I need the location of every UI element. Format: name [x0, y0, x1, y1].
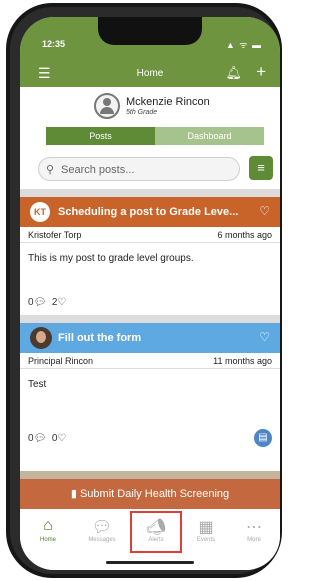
post-author: Principal Rincon: [28, 356, 94, 366]
tab-more-label: More: [247, 537, 261, 543]
comment-icon[interactable]: 💬︎: [34, 297, 47, 308]
health-screening-button[interactable]: ▮ Submit Daily Health Screening: [20, 479, 280, 509]
tab-messages-label: Messages: [88, 537, 116, 543]
tab-events[interactable]: ▦ Events: [180, 517, 232, 543]
post-time: 6 months ago: [217, 230, 272, 240]
post-card[interactable]: Fill out the form ♡ Principal Rincon 11 …: [20, 323, 280, 471]
tab-dashboard[interactable]: Dashboard: [155, 127, 264, 145]
comment-icon[interactable]: 💬︎: [34, 433, 47, 444]
profile-name: Mckenzie Rincon: [126, 96, 210, 108]
app-screen: 12:35 ▲ ᯤ ▬ ☰ Home 🔔︎ + Mckenzie Rincon …: [20, 17, 280, 570]
view-segmented-control: Posts Dashboard: [46, 127, 264, 145]
bell-icon[interactable]: 🔔︎: [225, 65, 242, 81]
post-meta: Kristofer Torp 6 months ago: [20, 227, 280, 243]
health-screening-label: Submit Daily Health Screening: [79, 488, 230, 500]
tab-home[interactable]: ⌂ Home: [22, 517, 74, 543]
search-row: ⚲ Search posts... ≡: [20, 149, 280, 189]
tab-bar: ⌂ Home 💬︎ Messages 📣︎ Alerts ▦ Events ⋯ …: [20, 509, 280, 570]
post-title: Fill out the form: [58, 332, 142, 344]
favorite-heart-icon[interactable]: ♡: [259, 330, 270, 344]
home-indicator: [106, 561, 194, 564]
tab-messages[interactable]: 💬︎ Messages: [76, 517, 128, 543]
profile-header: Mckenzie Rincon 5th Grade Posts Dashboar…: [20, 87, 280, 149]
clipboard-icon: ▮: [70, 488, 77, 500]
alerts-highlight-box: [130, 511, 182, 553]
search-icon: ⚲: [46, 164, 55, 176]
divider: [20, 315, 280, 323]
divider: [20, 189, 280, 197]
avatar[interactable]: [94, 93, 120, 119]
post-footer: 0💬︎ 2♡: [28, 297, 66, 308]
post-body: This is my post to grade level groups.: [28, 253, 194, 264]
post-meta: Principal Rincon 11 months ago: [20, 353, 280, 369]
author-initials-badge: KT: [30, 202, 50, 222]
post-title: Scheduling a post to Grade Leve...: [58, 206, 239, 218]
nav-bar: ☰ Home 🔔︎ +: [20, 61, 280, 87]
messages-icon: 💬︎: [91, 519, 113, 536]
home-icon: ⌂: [43, 517, 53, 534]
search-input[interactable]: ⚲ Search posts...: [38, 157, 240, 181]
like-heart-icon[interactable]: ♡: [57, 297, 66, 308]
post-card[interactable]: KT Scheduling a post to Grade Leve... ♡ …: [20, 197, 280, 315]
filter-icon[interactable]: ≡: [249, 156, 273, 180]
like-heart-icon[interactable]: ♡: [57, 433, 66, 444]
calendar-icon: ▦: [198, 519, 214, 536]
tab-posts[interactable]: Posts: [46, 127, 155, 145]
search-placeholder: Search posts...: [61, 164, 135, 176]
post-header: KT Scheduling a post to Grade Leve... ♡: [20, 197, 280, 227]
phone-frame: 12:35 ▲ ᯤ ▬ ☰ Home 🔔︎ + Mckenzie Rincon …: [6, 3, 282, 578]
tab-events-label: Events: [196, 537, 216, 543]
status-time: 12:35: [42, 39, 66, 49]
post-body: Test: [28, 379, 47, 390]
notch: [98, 17, 202, 45]
tab-home-label: Home: [39, 537, 56, 543]
profile-grade: 5th Grade: [126, 109, 158, 116]
status-icons: ▲ ᯤ ▬: [225, 40, 262, 50]
post-footer: 0💬︎ 0♡: [28, 433, 66, 444]
add-post-icon[interactable]: +: [256, 62, 266, 82]
document-icon[interactable]: ▤: [254, 429, 272, 447]
post-author: Kristofer Torp: [28, 230, 82, 240]
post-time: 11 months ago: [213, 356, 272, 366]
tab-more[interactable]: ⋯ More: [228, 517, 280, 543]
favorite-heart-icon[interactable]: ♡: [259, 204, 270, 218]
post-header: Fill out the form ♡: [20, 323, 280, 353]
author-photo: [30, 327, 52, 349]
more-dots-icon: ⋯: [246, 519, 262, 536]
